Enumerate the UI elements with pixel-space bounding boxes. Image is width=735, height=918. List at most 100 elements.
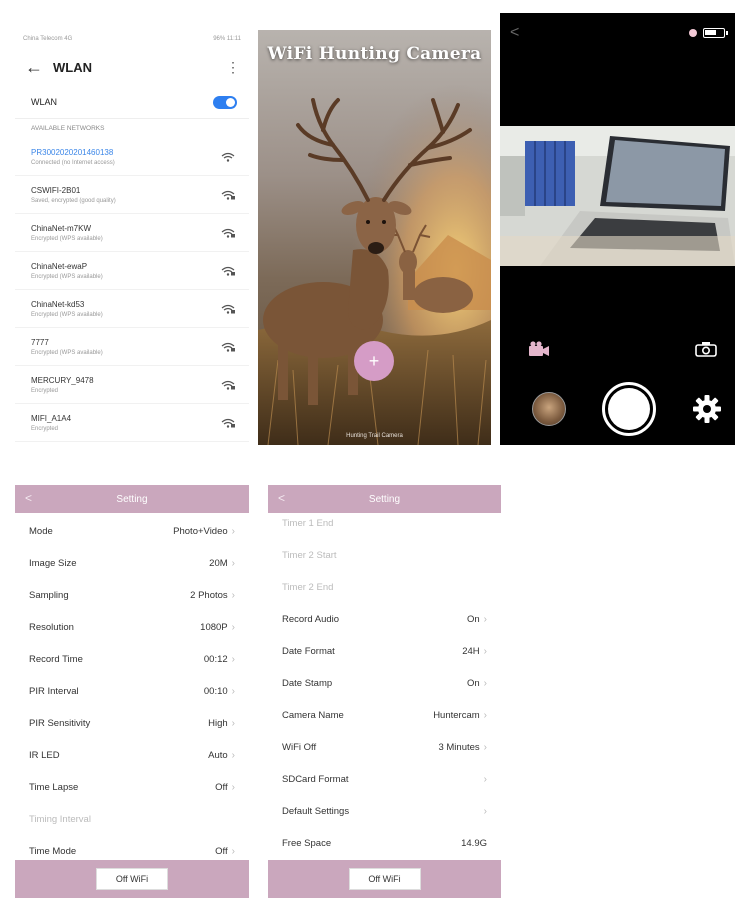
chevron-right-icon: › (483, 677, 487, 689)
setting-row[interactable]: PIR Interval 00:10 › (15, 675, 249, 707)
wifi-network-item[interactable]: CSWIFI-2B01 Saved, encrypted (good qualit… (15, 176, 249, 214)
setting-value-group: On › (467, 678, 487, 689)
settings-title: Setting (368, 493, 401, 505)
setting-value: Auto (208, 749, 228, 761)
wifi-signal-icon (221, 190, 235, 200)
setting-value-group: 1080P › (200, 622, 235, 633)
network-text: MERCURY_9478 Encrypted (31, 376, 94, 394)
status-right-text: 96% 11:11 (213, 36, 241, 42)
settings-footer: Off WiFi (268, 860, 501, 898)
chevron-right-icon: › (231, 557, 235, 569)
network-text: ChinaNet-ewaP Encrypted (WPS available) (31, 262, 103, 280)
setting-row[interactable]: Timer 1 End (268, 507, 501, 539)
setting-row[interactable]: Record Time 00:12 › (15, 643, 249, 675)
wifi-signal-icon (221, 380, 235, 390)
setting-row[interactable]: PIR Sensitivity High › (15, 707, 249, 739)
more-options-icon[interactable]: ⋮ (226, 59, 240, 76)
setting-label: Record Time (29, 653, 83, 665)
setting-row[interactable]: Resolution 1080P › (15, 611, 249, 643)
app-title: WiFi Hunting Camera (267, 44, 482, 64)
back-icon[interactable]: < (510, 24, 519, 42)
network-status: Encrypted (WPS available) (31, 349, 103, 356)
wifi-network-item[interactable]: PR3002020201460138 Connected (no Internet… (15, 138, 249, 176)
setting-row[interactable]: SDCard Format › (268, 763, 501, 795)
setting-value-group: 20M › (209, 558, 235, 569)
wlan-toggle-row[interactable]: WLAN (15, 86, 249, 118)
network-ssid: CSWIFI-2B01 (31, 185, 81, 195)
gallery-thumbnail[interactable] (532, 392, 566, 426)
camera-topbar: < (500, 13, 735, 53)
setting-value-group: Off › (215, 846, 235, 857)
setting-row[interactable]: WiFi Off 3 Minutes › (268, 731, 501, 763)
setting-label: Default Settings (282, 805, 350, 817)
page-title: WLAN (53, 59, 92, 75)
wifi-network-item[interactable]: MERCURY_9478 Encrypted (15, 366, 249, 404)
setting-row[interactable]: Default Settings › (268, 795, 501, 827)
network-text: ChinaNet-kd53 Encrypted (WPS available) (31, 300, 103, 318)
setting-label: Timer 1 End (282, 517, 334, 529)
network-text: MIFI_A1A4 Encrypted (31, 414, 71, 432)
camera-live-screen: < (500, 13, 735, 445)
setting-row[interactable]: Date Stamp On › (268, 667, 501, 699)
chevron-right-icon: › (231, 621, 235, 633)
setting-value: Photo+Video (173, 525, 228, 537)
setting-label: Sampling (29, 589, 69, 601)
wifi-network-item[interactable]: ChinaNet-kd53 Encrypted (WPS available) (15, 290, 249, 328)
back-icon[interactable]: < (25, 491, 32, 505)
wifi-network-item[interactable]: ChinaNet-ewaP Encrypted (WPS available) (15, 252, 249, 290)
setting-value-group: 3 Minutes › (438, 742, 487, 753)
wlan-switch[interactable] (213, 95, 237, 109)
off-wifi-button[interactable]: Off WiFi (348, 868, 421, 890)
network-ssid: ChinaNet-ewaP (31, 261, 88, 271)
wifi-network-item[interactable]: MIFI_A1A4 Encrypted (15, 404, 249, 442)
network-list: PR3002020201460138 Connected (no Internet… (15, 138, 249, 442)
chevron-right-icon: › (483, 613, 487, 625)
setting-value-group: Off › (215, 782, 235, 793)
setting-row[interactable]: Timer 2 Start (268, 539, 501, 571)
setting-row[interactable]: Free Space 14.9G (268, 827, 501, 859)
network-text: ChinaNet-m7KW Encrypted (WPS available) (31, 224, 103, 242)
settings-gear-icon[interactable] (691, 393, 723, 425)
chevron-right-icon: › (231, 749, 235, 761)
setting-label: PIR Sensitivity (29, 717, 91, 729)
back-arrow-icon[interactable]: ← (25, 57, 47, 78)
wifi-network-item[interactable]: 7777 Encrypted (WPS available) (15, 328, 249, 366)
network-text: 7777 Encrypted (WPS available) (31, 338, 103, 356)
setting-row[interactable]: Date Format 24H › (268, 635, 501, 667)
wlan-screen: China Telecom 4G 96% 11:11 ← WLAN ⋮ WLAN… (15, 30, 249, 445)
off-wifi-button[interactable]: Off WiFi (96, 868, 168, 890)
setting-row[interactable]: Record Audio On › (268, 603, 501, 635)
setting-value: 2 Photos (190, 589, 228, 601)
back-icon[interactable]: < (278, 491, 285, 505)
wifi-network-item[interactable]: ChinaNet-m7KW Encrypted (WPS available) (15, 214, 249, 252)
setting-label: Free Space (282, 837, 332, 849)
setting-label: Image Size (29, 557, 77, 569)
setting-row[interactable]: Sampling 2 Photos › (15, 579, 249, 611)
setting-row[interactable]: Timer 2 End (268, 571, 501, 603)
setting-row[interactable]: Time Lapse Off › (15, 771, 249, 803)
video-camera-icon[interactable] (528, 341, 550, 357)
setting-value: 00:12 (203, 653, 228, 665)
setting-value: High (208, 717, 228, 729)
network-status: Encrypted (WPS available) (31, 235, 103, 242)
wifi-signal-icon (221, 228, 235, 238)
setting-value: 14.9G (461, 837, 487, 849)
chevron-right-icon: › (231, 525, 235, 537)
photo-camera-icon[interactable] (695, 341, 717, 357)
splash-footer-text: Hunting Trail Camera (346, 433, 403, 439)
shutter-button[interactable] (601, 382, 656, 436)
wifi-signal-icon (221, 266, 235, 276)
network-status: Encrypted (WPS available) (31, 311, 103, 318)
chevron-right-icon: › (483, 645, 487, 657)
add-camera-button[interactable]: + (354, 341, 394, 381)
battery-icon (703, 28, 728, 38)
setting-row[interactable]: Image Size 20M › (15, 547, 249, 579)
splash-screen: WiFi Hunting Camera + Hunting Trail Came… (258, 30, 491, 445)
network-status: Saved, encrypted (good quality) (31, 197, 116, 204)
setting-value-group: Huntercam › (433, 710, 487, 721)
setting-row[interactable]: Timing Interval (15, 803, 249, 835)
setting-row[interactable]: Mode Photo+Video › (15, 515, 249, 547)
setting-row[interactable]: Camera Name Huntercam › (268, 699, 501, 731)
setting-value: On (466, 613, 480, 625)
setting-row[interactable]: IR LED Auto › (15, 739, 249, 771)
